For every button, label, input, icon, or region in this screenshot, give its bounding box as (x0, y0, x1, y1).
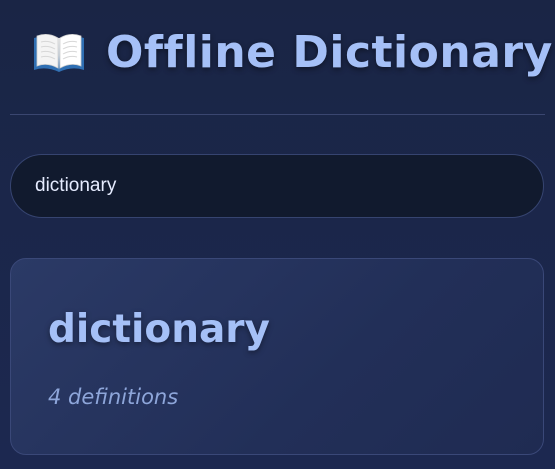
open-book-icon (32, 30, 86, 74)
header: Offline Dictionary (32, 20, 553, 84)
app-window: Offline Dictionary dictionary 4 definiti… (0, 0, 555, 469)
header-divider (10, 114, 545, 115)
definition-count: 4 definitions (48, 385, 179, 409)
search-input[interactable] (35, 155, 519, 217)
result-card[interactable]: dictionary 4 definitions (10, 258, 544, 455)
app-title: Offline Dictionary (106, 26, 553, 78)
result-word: dictionary (48, 307, 270, 352)
search-bar (10, 154, 544, 218)
